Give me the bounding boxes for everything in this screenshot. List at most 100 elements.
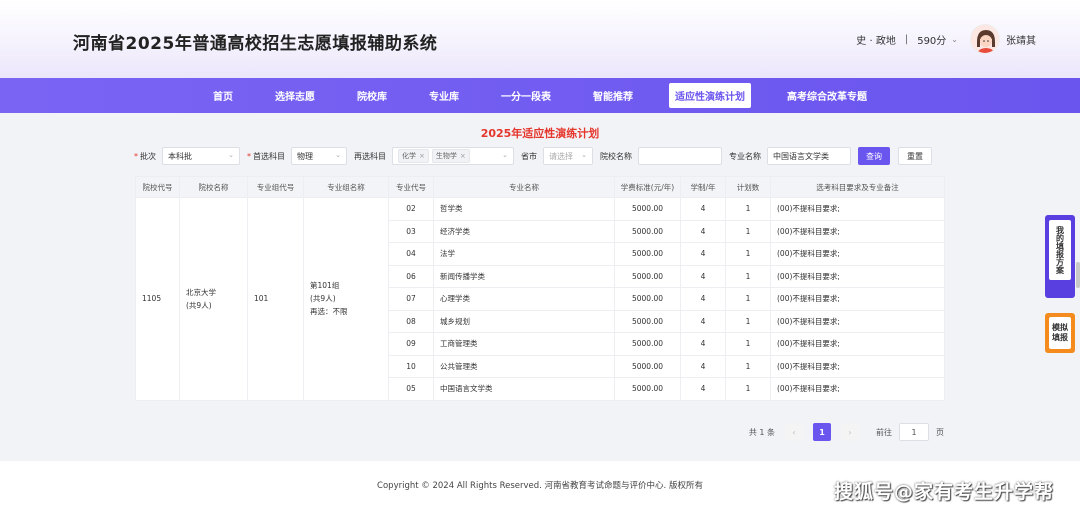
my-plan-label: 我的填报方案 — [1049, 220, 1071, 280]
years-cell: 4 — [680, 309, 726, 333]
nav-item-smart-recommend[interactable]: 智能推荐 — [587, 83, 639, 108]
total-count: 共 1 条 — [748, 427, 775, 437]
nav-item-school-library[interactable]: 院校库 — [351, 83, 393, 108]
group-code-cell: 101 — [247, 197, 304, 401]
second-subject-label: 再选科目 — [354, 151, 386, 161]
prev-page-button[interactable]: ‹ — [785, 423, 803, 441]
first-subject-select[interactable]: 物理 ⌄ — [291, 147, 347, 165]
school-name-input[interactable] — [638, 147, 722, 165]
mock-fill-label: 模拟填报 — [1049, 317, 1071, 349]
search-button[interactable]: 查询 — [858, 147, 890, 165]
major-code-cell: 10 — [388, 354, 434, 378]
years-cell: 4 — [680, 264, 726, 288]
close-icon: × — [419, 152, 425, 160]
col-group-name: 专业组名称 — [303, 176, 389, 198]
group-req-text: 再选：不限 — [310, 307, 348, 317]
tuition-cell: 5000.00 — [614, 219, 681, 243]
nav-item-score-table[interactable]: 一分一段表 — [495, 83, 557, 108]
col-years: 学制/年 — [680, 176, 726, 198]
mock-fill-button[interactable]: 模拟填报 — [1045, 313, 1075, 353]
school-count-text: (共9人) — [186, 300, 212, 310]
next-page-button[interactable]: › — [841, 423, 859, 441]
col-school-code: 院校代号 — [135, 176, 180, 198]
group-count-text: (共9人) — [310, 294, 336, 304]
watermark-text: 搜狐号@家有考生升学帮 — [833, 481, 1054, 503]
school-code-cell: 1105 — [135, 197, 180, 401]
user-name[interactable]: 张靖其 — [1006, 32, 1036, 47]
nav-item-reform-topic[interactable]: 高考综合改革专题 — [781, 83, 873, 108]
reset-button[interactable]: 重置 — [898, 147, 932, 165]
province-select[interactable]: 请选择 ⌄ — [543, 147, 593, 165]
nav-item-major-library[interactable]: 专业库 — [423, 83, 465, 108]
col-major-name: 专业名称 — [433, 176, 615, 198]
plan-cell: 1 — [725, 219, 771, 243]
major-name-cell: 工商管理类 — [433, 332, 615, 356]
province-placeholder: 请选择 — [549, 151, 573, 161]
close-icon: × — [459, 152, 466, 160]
nav-item-home[interactable]: 首页 — [207, 83, 239, 108]
requirement-cell: (00)不提科目要求; — [770, 219, 945, 243]
requirement-cell: (00)不提科目要求; — [770, 332, 945, 356]
batch-select[interactable]: 本科批 ⌄ — [162, 147, 240, 165]
first-subject-label: * 首选科目 — [247, 151, 285, 161]
second-subject-select[interactable]: 化学 × 生物学 × ⌄ — [392, 147, 514, 165]
user-avatar-icon — [971, 25, 999, 53]
tuition-cell: 5000.00 — [614, 242, 681, 266]
plan-cell: 1 — [725, 287, 771, 311]
header-user-area: 史 · 政地 | 590分 ⌄ 张靖其 — [856, 23, 1036, 55]
major-name-cell: 经济学类 — [433, 219, 615, 243]
subject-tag-chemistry[interactable]: 化学 × — [398, 149, 429, 163]
plan-cell: 1 — [725, 332, 771, 356]
school-name-label: 院校名称 — [600, 151, 632, 161]
major-name-value: 中国语言文学类 — [773, 151, 829, 161]
requirement-cell: (00)不提科目要求; — [770, 242, 945, 266]
major-code-cell: 05 — [388, 377, 434, 401]
major-code-cell: 07 — [388, 287, 434, 311]
page-button-1[interactable]: 1 — [813, 423, 831, 441]
chevron-down-icon[interactable]: ⌄ — [951, 35, 958, 44]
years-cell: 4 — [680, 354, 726, 378]
subject-combo[interactable]: 史 · 政地 — [856, 32, 896, 47]
batch-label: * 批次 — [134, 151, 156, 161]
requirement-cell: (00)不提科目要求; — [770, 287, 945, 311]
major-name-cell: 心理学类 — [433, 287, 615, 311]
requirement-cell: (00)不提科目要求; — [770, 264, 945, 288]
page-unit-label: 页 — [936, 427, 944, 437]
goto-label: 前往 — [876, 427, 892, 437]
requirement-cell: (00)不提科目要求; — [770, 377, 945, 401]
header: 河南省2025年普通高校招生志愿填报辅助系统 史 · 政地 | 590分 ⌄ 张… — [0, 0, 1080, 78]
requirement-cell: (00)不提科目要求; — [770, 354, 945, 378]
plan-cell: 1 — [725, 377, 771, 401]
years-cell: 4 — [680, 287, 726, 311]
goto-page-input[interactable]: 1 — [899, 423, 929, 441]
first-subject-value: 物理 — [297, 151, 313, 161]
table-header-row: 院校代号 院校名称 专业组代号 专业组名称 专业代号 专业名称 学费标准(元/年… — [135, 176, 945, 198]
col-major-code: 专业代号 — [388, 176, 434, 198]
score-display[interactable]: 590分 — [917, 32, 946, 47]
school-name-cell: 北京大学 (共9人) — [179, 197, 248, 401]
avatar[interactable] — [970, 24, 1000, 54]
major-code-cell: 04 — [388, 242, 434, 266]
requirement-cell: (00)不提科目要求; — [770, 309, 945, 333]
col-requirements: 选考科目要求及专业备注 — [770, 176, 945, 198]
nav-item-choose-wish[interactable]: 选择志愿 — [269, 83, 321, 108]
years-cell: 4 — [680, 197, 726, 221]
major-name-input[interactable]: 中国语言文学类 — [767, 147, 851, 165]
tuition-cell: 5000.00 — [614, 377, 681, 401]
subject-tag-biology[interactable]: 生物学 × — [431, 149, 470, 163]
tuition-cell: 5000.00 — [614, 287, 681, 311]
chevron-down-icon: ⌄ — [335, 151, 341, 159]
group-name-cell: 第101组 (共9人) 再选：不限 — [303, 197, 389, 401]
plan-cell: 1 — [725, 242, 771, 266]
page-title: 2025年适应性演练计划 — [480, 127, 600, 140]
plan-cell: 1 — [725, 264, 771, 288]
tuition-cell: 5000.00 — [614, 197, 681, 221]
major-name-cell: 公共管理类 — [433, 354, 615, 378]
major-name-label: 专业名称 — [729, 151, 761, 161]
my-plan-button[interactable]: 我的填报方案 — [1045, 215, 1075, 298]
major-code-cell: 06 — [388, 264, 434, 288]
nav-item-practice-plan[interactable]: 适应性演练计划 — [669, 83, 751, 108]
scrollbar-handle[interactable] — [1076, 262, 1080, 288]
site-title: 河南省2025年普通高校招生志愿填报辅助系统 — [73, 34, 438, 54]
chevron-down-icon: ⌄ — [581, 151, 587, 159]
